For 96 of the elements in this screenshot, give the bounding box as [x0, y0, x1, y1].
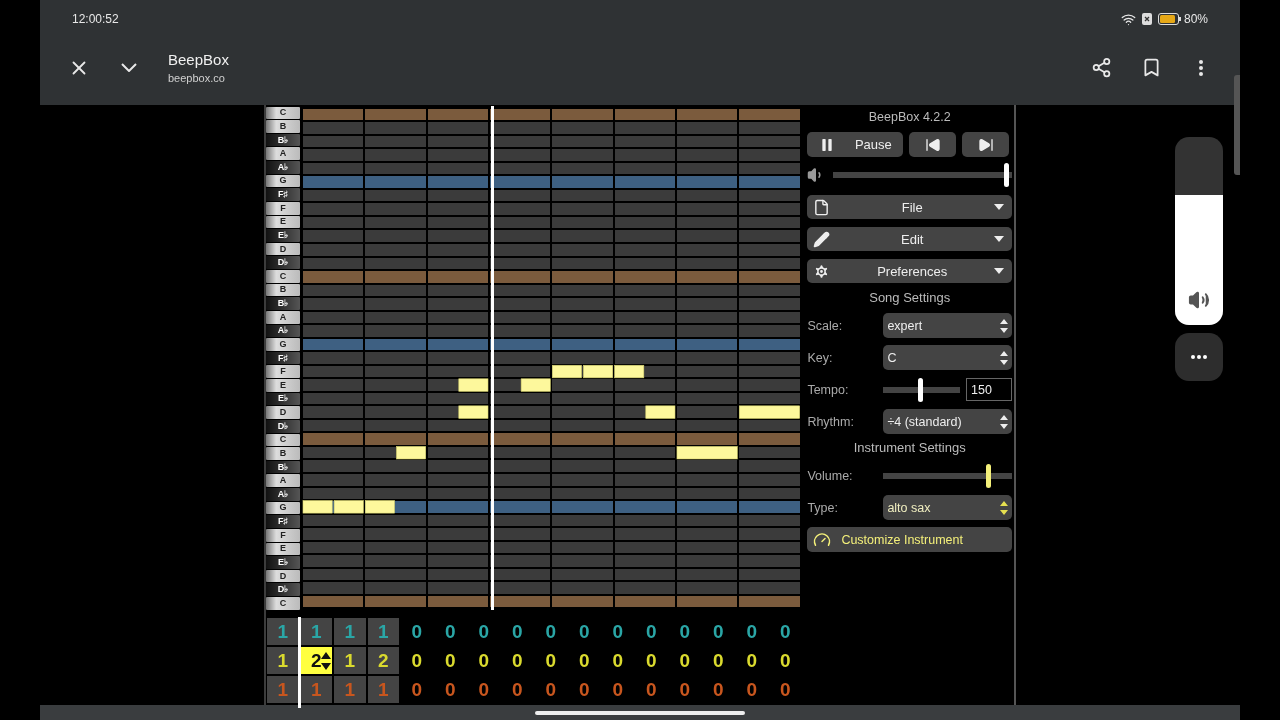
field-label: Type:	[807, 500, 839, 515]
caret-icon	[994, 204, 1004, 210]
piano-key[interactable]: D♭	[266, 256, 300, 269]
clock-time: 12:00:52	[72, 12, 119, 26]
piano-key[interactable]: F	[266, 528, 300, 542]
scrollbar[interactable]	[1234, 75, 1240, 175]
piano-key[interactable]: B♭	[266, 133, 300, 147]
customize-instrument-button[interactable]: Customize Instrument	[807, 527, 1012, 552]
menu-icon	[1199, 59, 1203, 76]
pattern-cell[interactable]: 2	[300, 647, 332, 674]
instrument-type-select[interactable]: alto sax	[883, 495, 1012, 520]
field-label: Rhythm:	[807, 414, 855, 429]
previous-bar-button[interactable]	[909, 132, 957, 157]
piano-key[interactable]: E	[266, 379, 300, 392]
field-label: Key:	[807, 350, 834, 365]
piano-key[interactable]: E♭	[266, 229, 300, 242]
piano-key[interactable]: G	[266, 501, 300, 515]
piano-key[interactable]: B	[266, 120, 300, 133]
sim-icon	[1141, 13, 1152, 25]
settings-icon	[813, 262, 831, 280]
piano-key[interactable]: F	[266, 201, 300, 215]
tempo-input[interactable]: 150	[966, 378, 1012, 401]
piano-key[interactable]: F♯	[266, 188, 300, 201]
page-title: BeepBox	[168, 51, 229, 68]
key-select[interactable]: C	[883, 345, 1012, 370]
spinner-icon	[1000, 349, 1008, 366]
piano-key[interactable]: G	[266, 338, 300, 351]
home-indicator[interactable]	[535, 710, 745, 715]
slider-thumb[interactable]	[918, 377, 924, 402]
skip-back-icon	[924, 136, 941, 153]
piano-key[interactable]: E	[266, 215, 300, 229]
piano-key[interactable]: A	[266, 474, 300, 487]
piano-key[interactable]: F♯	[266, 515, 300, 528]
piano-key[interactable]: D♭	[266, 419, 300, 433]
piano-key[interactable]: A♭	[266, 488, 300, 501]
page-url: beepbox.co	[168, 72, 226, 84]
next-bar-button[interactable]	[962, 132, 1010, 157]
spinner-icon	[1000, 317, 1008, 334]
field-label: Scale:	[807, 318, 844, 333]
document-icon	[813, 198, 831, 216]
section-heading: Song Settings	[868, 289, 952, 307]
spinner-icon	[321, 652, 331, 670]
more-options-button[interactable]	[1175, 333, 1223, 381]
section-heading: Instrument Settings	[852, 439, 967, 457]
piano-key[interactable]: A♭	[266, 161, 300, 174]
rhythm-select[interactable]: ÷4 (standard)	[883, 409, 1012, 434]
spinner-icon	[1000, 413, 1008, 430]
share-icon	[1090, 57, 1112, 78]
scale-select[interactable]: expert	[883, 313, 1012, 338]
chevron-down-icon	[121, 63, 137, 72]
piano-key[interactable]: F♯	[266, 351, 300, 365]
piano-key[interactable]: B	[266, 283, 300, 297]
version-label: BeepBox 4.2.2	[867, 109, 952, 126]
field-label: Volume:	[807, 468, 854, 483]
piano-key[interactable]: C	[266, 270, 300, 283]
piano-key[interactable]: B♭	[266, 460, 300, 474]
menu-dropdown[interactable]: Preferences	[807, 259, 1012, 283]
dial-icon	[813, 530, 832, 549]
speaker-icon	[1188, 289, 1210, 311]
spinner-icon	[1000, 499, 1008, 516]
piano-key[interactable]: F	[266, 365, 300, 378]
field-label: Tempo:	[807, 382, 850, 397]
piano-key[interactable]: C	[266, 106, 300, 120]
piano-key[interactable]: E	[266, 542, 300, 556]
caret-icon	[994, 236, 1004, 242]
menu-dropdown[interactable]: File	[807, 195, 1012, 219]
piano-key[interactable]: C	[266, 433, 300, 447]
piano-key[interactable]: B	[266, 447, 300, 460]
piano-key[interactable]: A♭	[266, 324, 300, 338]
piano-key[interactable]: G	[266, 174, 300, 188]
piano-key[interactable]: B♭	[266, 297, 300, 310]
menu-dropdown[interactable]: Edit	[807, 227, 1012, 251]
system-volume-slider[interactable]	[1175, 137, 1223, 325]
piano-key[interactable]: D	[266, 242, 300, 256]
caret-icon	[994, 268, 1004, 274]
piano-key[interactable]: D	[266, 406, 300, 419]
pencil-icon	[813, 230, 831, 248]
piano-key[interactable]: C	[266, 597, 300, 610]
piano-key[interactable]: E♭	[266, 556, 300, 569]
wifi-icon	[1120, 11, 1136, 27]
slider-thumb[interactable]	[986, 463, 991, 488]
battery-percent: 80%	[1183, 12, 1208, 26]
skip-forward-icon	[977, 136, 994, 153]
piano-key[interactable]: A	[266, 147, 300, 160]
pattern-cell[interactable]: 2	[367, 647, 399, 674]
pattern-cell[interactable]: 1	[267, 647, 299, 674]
piano-key[interactable]: E♭	[266, 392, 300, 406]
more-icon	[1191, 355, 1207, 359]
piano-key[interactable]: D	[266, 569, 300, 583]
slider-thumb[interactable]	[1003, 163, 1009, 187]
battery-icon	[1157, 13, 1182, 25]
piano-key[interactable]: D♭	[266, 583, 300, 596]
pattern-cell[interactable]: 1	[334, 647, 366, 674]
pause-button[interactable]: Pause	[807, 132, 904, 157]
piano-key[interactable]: A	[266, 310, 300, 324]
piano-roll-drawing[interactable]	[301, 106, 801, 610]
